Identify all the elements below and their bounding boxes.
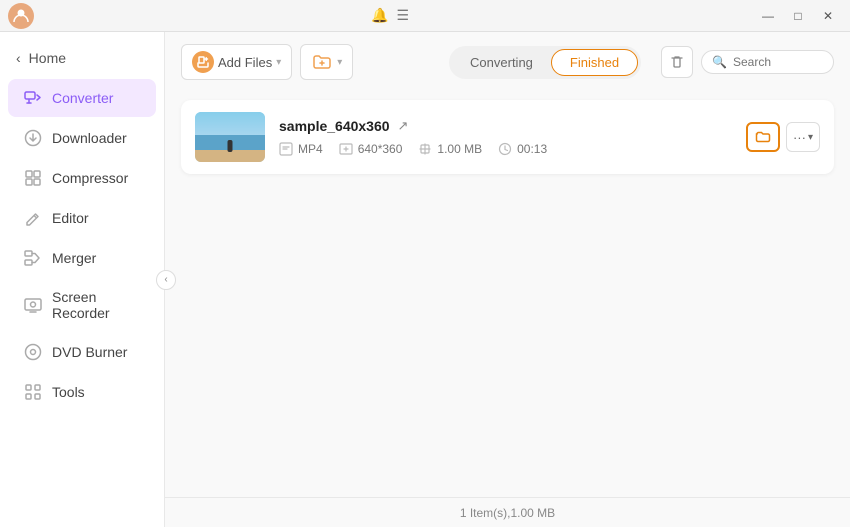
- user-avatar[interactable]: [8, 3, 34, 29]
- search-input[interactable]: [733, 55, 823, 69]
- merger-icon: [24, 249, 42, 267]
- action-icons: [661, 46, 693, 78]
- dvd-burner-icon: [24, 343, 42, 361]
- format-icon: [279, 142, 293, 156]
- file-resolution: 640*360: [358, 142, 403, 156]
- notification-icon[interactable]: 🔔: [371, 7, 388, 24]
- converter-icon: [24, 89, 42, 107]
- screen-recorder-icon: [24, 296, 42, 314]
- file-list: sample_640x360 ↗ MP4: [165, 92, 850, 497]
- titlebar: 🔔 ☰ — □ ✕: [0, 0, 850, 32]
- resolution-icon: [339, 142, 353, 156]
- compressor-icon: [24, 169, 42, 187]
- window-controls: — □ ✕: [754, 6, 842, 26]
- file-resolution-item: 640*360: [339, 142, 403, 156]
- sidebar-item-downloader[interactable]: Downloader: [8, 119, 156, 157]
- menu-icon[interactable]: ☰: [396, 7, 409, 24]
- add-files-button[interactable]: Add Files ▾: [181, 44, 292, 80]
- minimize-button[interactable]: —: [754, 6, 782, 26]
- sidebar-item-label: Tools: [52, 384, 85, 400]
- toolbar: Add Files ▾ ▾ Converting Finished: [165, 32, 850, 92]
- more-options-button[interactable]: ··· ▾: [786, 122, 820, 152]
- sidebar-item-label: DVD Burner: [52, 344, 127, 360]
- sidebar-item-screen-recorder[interactable]: Screen Recorder: [8, 279, 156, 331]
- tools-icon: [24, 383, 42, 401]
- app-body: ‹ Home Converter Dow: [0, 32, 850, 527]
- search-icon: 🔍: [712, 55, 727, 69]
- tab-converting[interactable]: Converting: [452, 50, 551, 75]
- duration-icon: [498, 142, 512, 156]
- file-meta: MP4 640*360: [279, 142, 732, 156]
- file-info: sample_640x360 ↗ MP4: [279, 118, 732, 156]
- file-card: sample_640x360 ↗ MP4: [181, 100, 834, 174]
- add-folder-icon: [311, 51, 333, 73]
- sidebar-item-dvd-burner[interactable]: DVD Burner: [8, 333, 156, 371]
- titlebar-icons: 🔔 ☰: [371, 7, 409, 24]
- sidebar-item-label: Converter: [52, 90, 113, 106]
- sidebar-item-label: Screen Recorder: [52, 289, 140, 321]
- sidebar-item-label: Editor: [52, 210, 89, 226]
- size-icon: [418, 142, 432, 156]
- maximize-button[interactable]: □: [784, 6, 812, 26]
- back-arrow-icon: ‹: [16, 50, 21, 66]
- sidebar-item-merger[interactable]: Merger: [8, 239, 156, 277]
- sidebar-home[interactable]: ‹ Home: [0, 42, 164, 74]
- content-area: Add Files ▾ ▾ Converting Finished: [165, 32, 850, 527]
- more-ellipsis-icon: ···: [793, 130, 806, 145]
- sidebar-item-tools[interactable]: Tools: [8, 373, 156, 411]
- editor-icon: [24, 209, 42, 227]
- file-actions: ··· ▾: [746, 122, 820, 152]
- sidebar-item-compressor[interactable]: Compressor: [8, 159, 156, 197]
- file-size-item: 1.00 MB: [418, 142, 482, 156]
- search-box: 🔍: [701, 50, 834, 74]
- downloader-icon: [24, 129, 42, 147]
- file-size: 1.00 MB: [437, 142, 482, 156]
- file-duration-item: 00:13: [498, 142, 547, 156]
- add-files-icon: [192, 51, 214, 73]
- file-name-row: sample_640x360 ↗: [279, 118, 732, 134]
- status-text: 1 Item(s),1.00 MB: [460, 506, 555, 520]
- file-name: sample_640x360: [279, 118, 390, 134]
- add-folder-button[interactable]: ▾: [300, 44, 353, 80]
- more-chevron-icon: ▾: [808, 132, 813, 143]
- add-files-chevron-icon: ▾: [276, 57, 281, 68]
- sidebar: ‹ Home Converter Dow: [0, 32, 165, 527]
- sidebar-item-label: Compressor: [52, 170, 128, 186]
- delete-all-button[interactable]: [661, 46, 693, 78]
- sidebar-item-editor[interactable]: Editor: [8, 199, 156, 237]
- add-folder-chevron-icon: ▾: [337, 57, 342, 68]
- tab-group: Converting Finished: [449, 46, 641, 79]
- file-thumbnail: [195, 112, 265, 162]
- file-format: MP4: [298, 142, 323, 156]
- open-folder-button[interactable]: [746, 122, 780, 152]
- file-format-item: MP4: [279, 142, 323, 156]
- sidebar-item-converter[interactable]: Converter: [8, 79, 156, 117]
- add-files-label: Add Files: [218, 55, 272, 70]
- external-link-icon[interactable]: ↗: [398, 118, 409, 134]
- sidebar-item-label: Downloader: [52, 130, 127, 146]
- statusbar: 1 Item(s),1.00 MB: [165, 497, 850, 527]
- home-label: Home: [29, 50, 66, 66]
- file-duration: 00:13: [517, 142, 547, 156]
- close-button[interactable]: ✕: [814, 6, 842, 26]
- sidebar-collapse-button[interactable]: ‹: [156, 270, 176, 290]
- sidebar-item-label: Merger: [52, 250, 96, 266]
- tab-finished[interactable]: Finished: [551, 49, 638, 76]
